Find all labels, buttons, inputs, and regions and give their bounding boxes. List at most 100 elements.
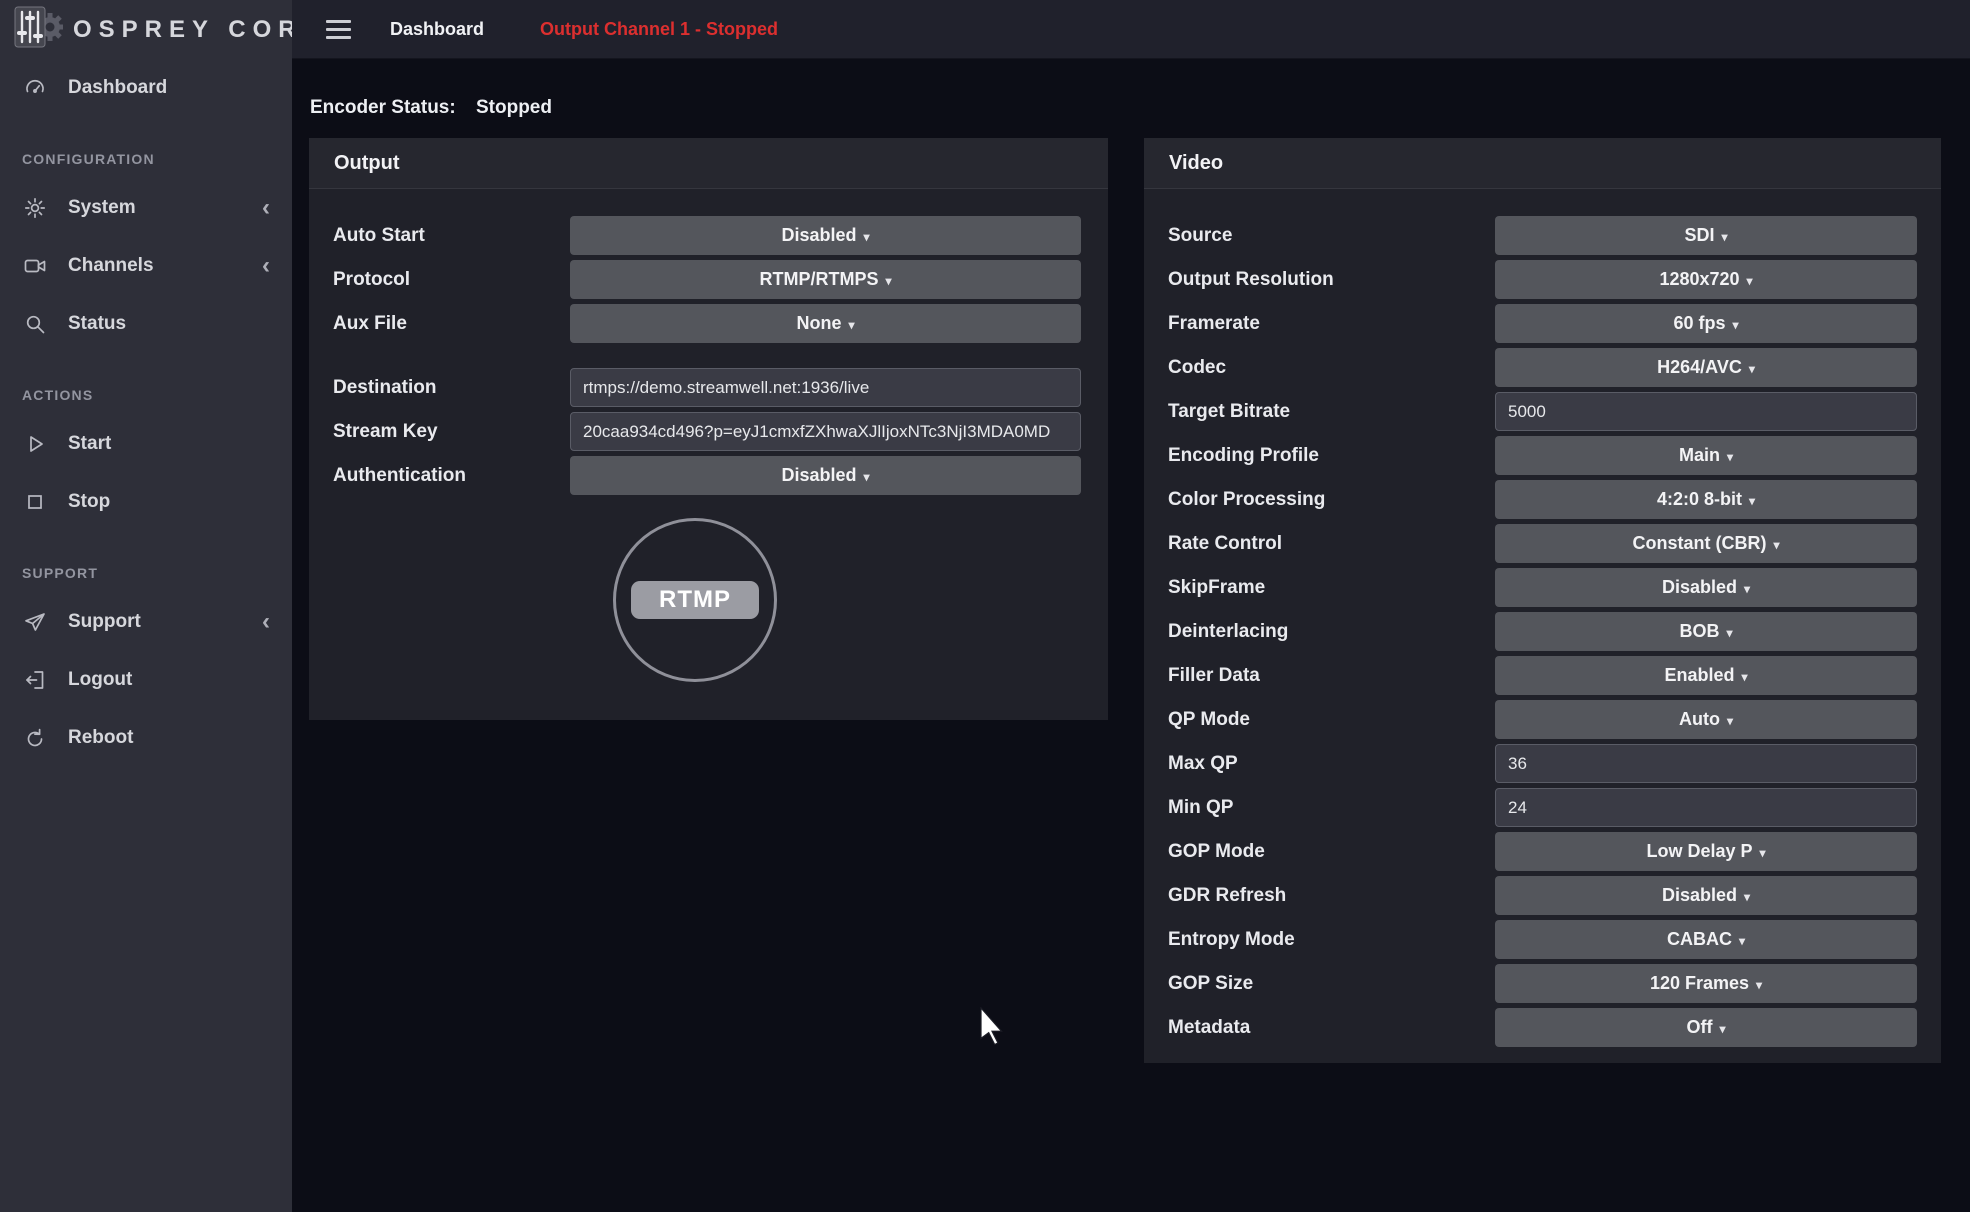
encoder-status: Encoder Status: Stopped: [310, 97, 552, 119]
gdr-refresh-dropdown[interactable]: Disabled ▾: [1495, 876, 1917, 915]
search-icon: [22, 311, 48, 337]
menu-icon[interactable]: [326, 20, 351, 39]
output-resolution-dropdown[interactable]: 1280x720▾: [1495, 260, 1917, 299]
caret-down-icon: ▾: [1733, 319, 1739, 331]
destination-input[interactable]: [570, 368, 1081, 407]
protocol-dropdown[interactable]: RTMP/RTMPS▾: [570, 260, 1081, 299]
target-bitrate-input[interactable]: [1495, 392, 1917, 431]
sidebar-item-reboot[interactable]: Reboot: [0, 709, 292, 767]
send-icon: [22, 609, 48, 635]
row-label-aux-file: Aux File: [333, 313, 570, 335]
sidebar-item-channels[interactable]: Channels‹: [0, 237, 292, 295]
sidebar-section-configuration: CONFIGURATION: [0, 139, 292, 179]
gop-size-dropdown-value: 120 Frames: [1650, 973, 1749, 994]
metadata-dropdown[interactable]: Off▾: [1495, 1008, 1917, 1047]
row-color-processing: Color Processing4:2:0 8-bit▾: [1168, 480, 1917, 519]
gear-icon: [22, 195, 48, 221]
row-label-entropy-mode: Entropy Mode: [1168, 929, 1495, 951]
video-panel-title: Video: [1144, 138, 1941, 189]
encoding-profile-dropdown[interactable]: Main▾: [1495, 436, 1917, 475]
sidebar-item-system[interactable]: System ‹: [0, 179, 292, 237]
caret-down-icon: ▾: [1727, 715, 1733, 727]
row-label-filler-data: Filler Data: [1168, 665, 1495, 687]
sidebar-item-label: Stop: [68, 491, 110, 513]
sidebar-item-label: Start: [68, 433, 111, 455]
skipframe-dropdown[interactable]: Disabled▾: [1495, 568, 1917, 607]
encoder-status-label: Encoder Status:: [310, 97, 456, 118]
row-gop-size: GOP Size120 Frames▾: [1168, 964, 1917, 1003]
source-dropdown[interactable]: SDI▾: [1495, 216, 1917, 255]
output-panel-title: Output: [309, 138, 1108, 189]
aux-file-dropdown[interactable]: None▾: [570, 304, 1081, 343]
source-dropdown-value: SDI: [1684, 225, 1714, 246]
caret-down-icon: ▾: [1749, 363, 1755, 375]
caret-down-icon: ▾: [1744, 891, 1750, 903]
sidebar-item-dashboard[interactable]: Dashboard: [0, 59, 292, 117]
row-rate-control: Rate ControlConstant (CBR)▾: [1168, 524, 1917, 563]
codec-dropdown[interactable]: H264/AVC▾: [1495, 348, 1917, 387]
caret-down-icon: ▾: [1741, 671, 1747, 683]
row-target-bitrate: Target Bitrate: [1168, 392, 1917, 431]
qp-mode-dropdown[interactable]: Auto ▾: [1495, 700, 1917, 739]
framerate-dropdown-value: 60 fps: [1673, 313, 1725, 334]
sidebar-item-stop[interactable]: Stop: [0, 473, 292, 531]
caret-down-icon: ▾: [864, 471, 870, 483]
sidebar-item-logout[interactable]: Logout: [0, 651, 292, 709]
caret-down-icon: ▾: [1726, 627, 1732, 639]
row-source: SourceSDI▾: [1168, 216, 1917, 255]
min-qp-input[interactable]: [1495, 788, 1917, 827]
row-label-authentication: Authentication: [333, 465, 570, 487]
sidebar-item-support[interactable]: Support‹: [0, 593, 292, 651]
max-qp-input[interactable]: [1495, 744, 1917, 783]
gop-size-dropdown[interactable]: 120 Frames▾: [1495, 964, 1917, 1003]
rate-control-dropdown[interactable]: Constant (CBR)▾: [1495, 524, 1917, 563]
row-label-destination: Destination: [333, 377, 570, 399]
row-gdr-refresh: GDR RefreshDisabled▾: [1168, 876, 1917, 915]
protocol-dropdown-value: RTMP/RTMPS: [759, 269, 878, 290]
sidebar-item-label: Support: [68, 611, 141, 633]
caret-down-icon: ▾: [1744, 583, 1750, 595]
row-output-resolution: Output Resolution1280x720▾: [1168, 260, 1917, 299]
gop-mode-dropdown-value: Low Delay P: [1646, 841, 1752, 862]
auto-start-dropdown[interactable]: Disabled▾: [570, 216, 1081, 255]
topnav-dashboard[interactable]: Dashboard: [390, 19, 484, 40]
entropy-mode-dropdown[interactable]: CABAC▾: [1495, 920, 1917, 959]
row-label-metadata: Metadata: [1168, 1017, 1495, 1039]
sidebar-item-start[interactable]: Start: [0, 415, 292, 473]
output-panel: Output Auto StartDisabled▾ProtocolRTMP/R…: [309, 138, 1108, 720]
sidebar-section-actions: ACTIONS: [0, 375, 292, 415]
color-processing-dropdown-value: 4:2:0 8-bit: [1657, 489, 1742, 510]
rtmp-badge: RTMP: [613, 518, 777, 682]
row-metadata: MetadataOff▾: [1168, 1008, 1917, 1047]
stop-icon: [22, 489, 48, 515]
deinterlacing-dropdown[interactable]: BOB▾: [1495, 612, 1917, 651]
rate-control-dropdown-value: Constant (CBR): [1632, 533, 1766, 554]
gdr-refresh-dropdown-value: Disabled: [1662, 885, 1737, 906]
video-panel: Video SourceSDI▾Output Resolution1280x72…: [1144, 138, 1941, 1063]
topnav-channel-status[interactable]: Output Channel 1 - Stopped: [540, 19, 778, 40]
chevron-left-icon: ‹: [262, 196, 270, 220]
encoding-profile-dropdown-value: Main: [1679, 445, 1720, 466]
filler-data-dropdown[interactable]: Enabled▾: [1495, 656, 1917, 695]
gop-mode-dropdown[interactable]: Low Delay P▾: [1495, 832, 1917, 871]
row-label-color-processing: Color Processing: [1168, 489, 1495, 511]
row-label-target-bitrate: Target Bitrate: [1168, 401, 1495, 423]
logout-icon: [22, 667, 48, 693]
row-label-skipframe: SkipFrame: [1168, 577, 1495, 599]
sidebar-item-status[interactable]: Status: [0, 295, 292, 353]
main-content: Encoder Status: Stopped Output Auto Star…: [292, 59, 1970, 1212]
row-protocol: ProtocolRTMP/RTMPS▾: [333, 260, 1081, 299]
sidebar-item-label: Logout: [68, 669, 132, 691]
topbar: Dashboard Output Channel 1 - Stopped: [292, 0, 1970, 59]
authentication-dropdown[interactable]: Disabled▾: [570, 456, 1081, 495]
stream-key-input[interactable]: [570, 412, 1081, 451]
row-codec: CodecH264/AVC▾: [1168, 348, 1917, 387]
reboot-icon: [22, 725, 48, 751]
row-label-source: Source: [1168, 225, 1495, 247]
color-processing-dropdown[interactable]: 4:2:0 8-bit▾: [1495, 480, 1917, 519]
sidebar-item-label: System: [68, 197, 136, 219]
qp-mode-dropdown-value: Auto: [1679, 709, 1720, 730]
framerate-dropdown[interactable]: 60 fps ▾: [1495, 304, 1917, 343]
row-label-framerate: Framerate: [1168, 313, 1495, 335]
gauge-icon: [22, 75, 48, 101]
